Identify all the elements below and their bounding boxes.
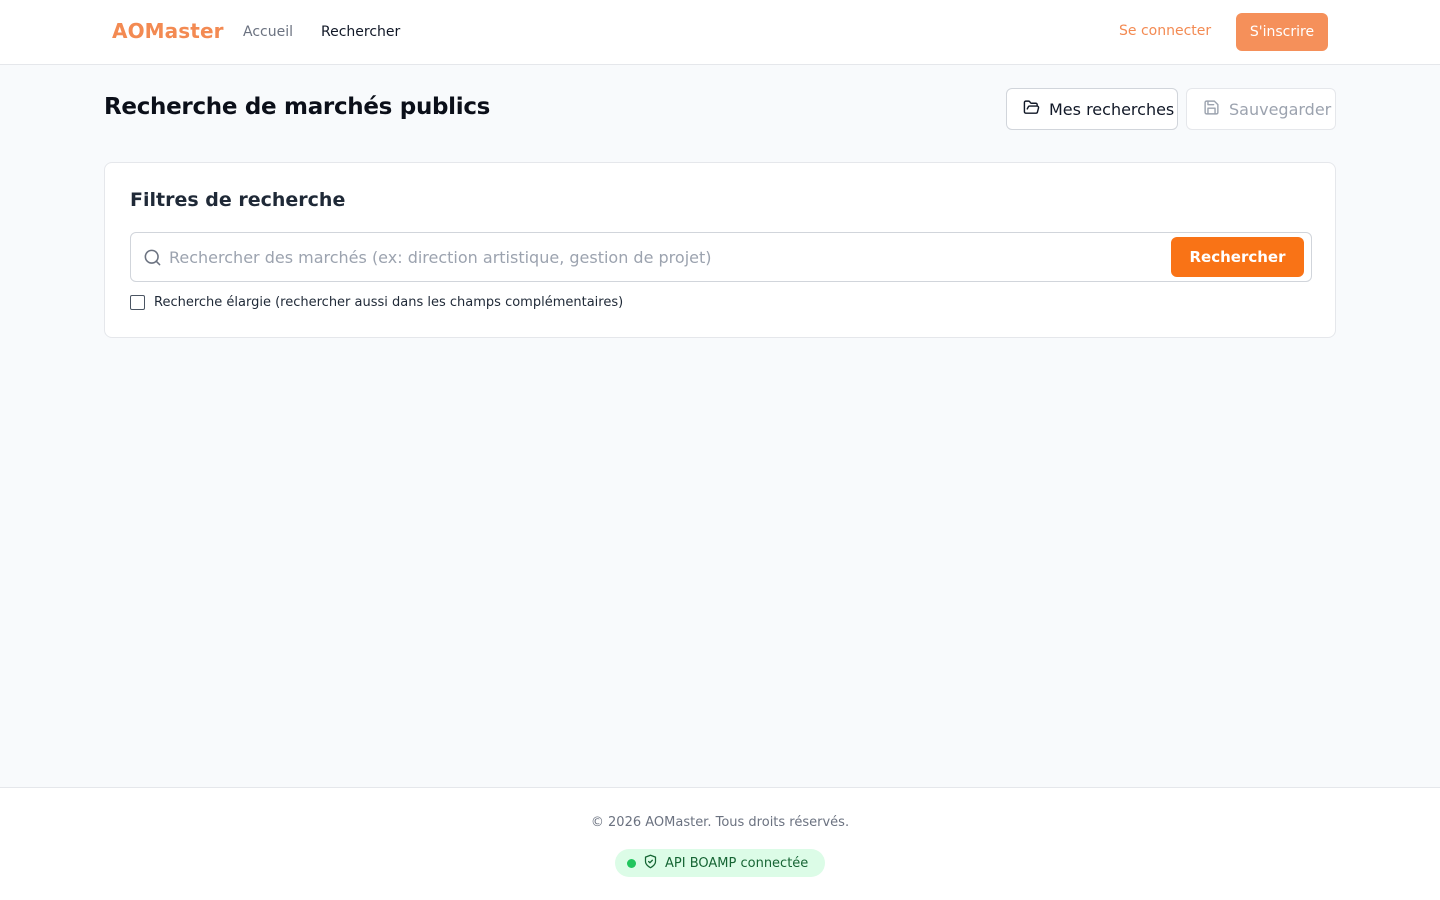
login-link[interactable]: Se connecter [1119, 23, 1211, 39]
shield-check-icon [643, 854, 658, 873]
footer: © 2026 AOMaster. Tous droits réservés. A… [0, 787, 1440, 900]
search-filters-card: Filtres de recherche Rechercher Recherch… [104, 162, 1336, 338]
search-button[interactable]: Rechercher [1171, 237, 1304, 277]
nav-link-accueil[interactable]: Accueil [243, 24, 293, 40]
top-navbar: AOMaster Accueil Rechercher Se connecter… [0, 0, 1440, 65]
my-searches-label: Mes recherches [1049, 99, 1175, 119]
api-status-text: API BOAMP connectée [665, 855, 809, 871]
extended-search-label: Recherche élargie (rechercher aussi dans… [154, 295, 624, 310]
copyright-text: © 2026 AOMaster. Tous droits réservés. [590, 815, 850, 830]
brand-logo[interactable]: AOMaster [112, 19, 224, 43]
search-input[interactable] [169, 234, 1159, 280]
floppy-disk-icon [1203, 99, 1220, 120]
page-title: Recherche de marchés publics [104, 94, 491, 120]
save-label: Sauvegarder [1229, 99, 1332, 119]
save-search-button[interactable]: Sauvegarder [1186, 88, 1336, 130]
extended-search-option[interactable]: Recherche élargie (rechercher aussi dans… [130, 295, 623, 310]
nav-link-rechercher[interactable]: Rechercher [321, 24, 400, 40]
api-status-badge: API BOAMP connectée [615, 849, 825, 877]
extended-search-checkbox[interactable] [130, 295, 145, 310]
filters-title: Filtres de recherche [130, 189, 346, 211]
search-icon [143, 248, 162, 271]
search-bar: Rechercher [130, 232, 1312, 282]
signup-button[interactable]: S'inscrire [1236, 13, 1328, 51]
folder-open-icon [1023, 99, 1040, 120]
status-dot [627, 858, 636, 868]
my-searches-button[interactable]: Mes recherches [1006, 88, 1178, 130]
